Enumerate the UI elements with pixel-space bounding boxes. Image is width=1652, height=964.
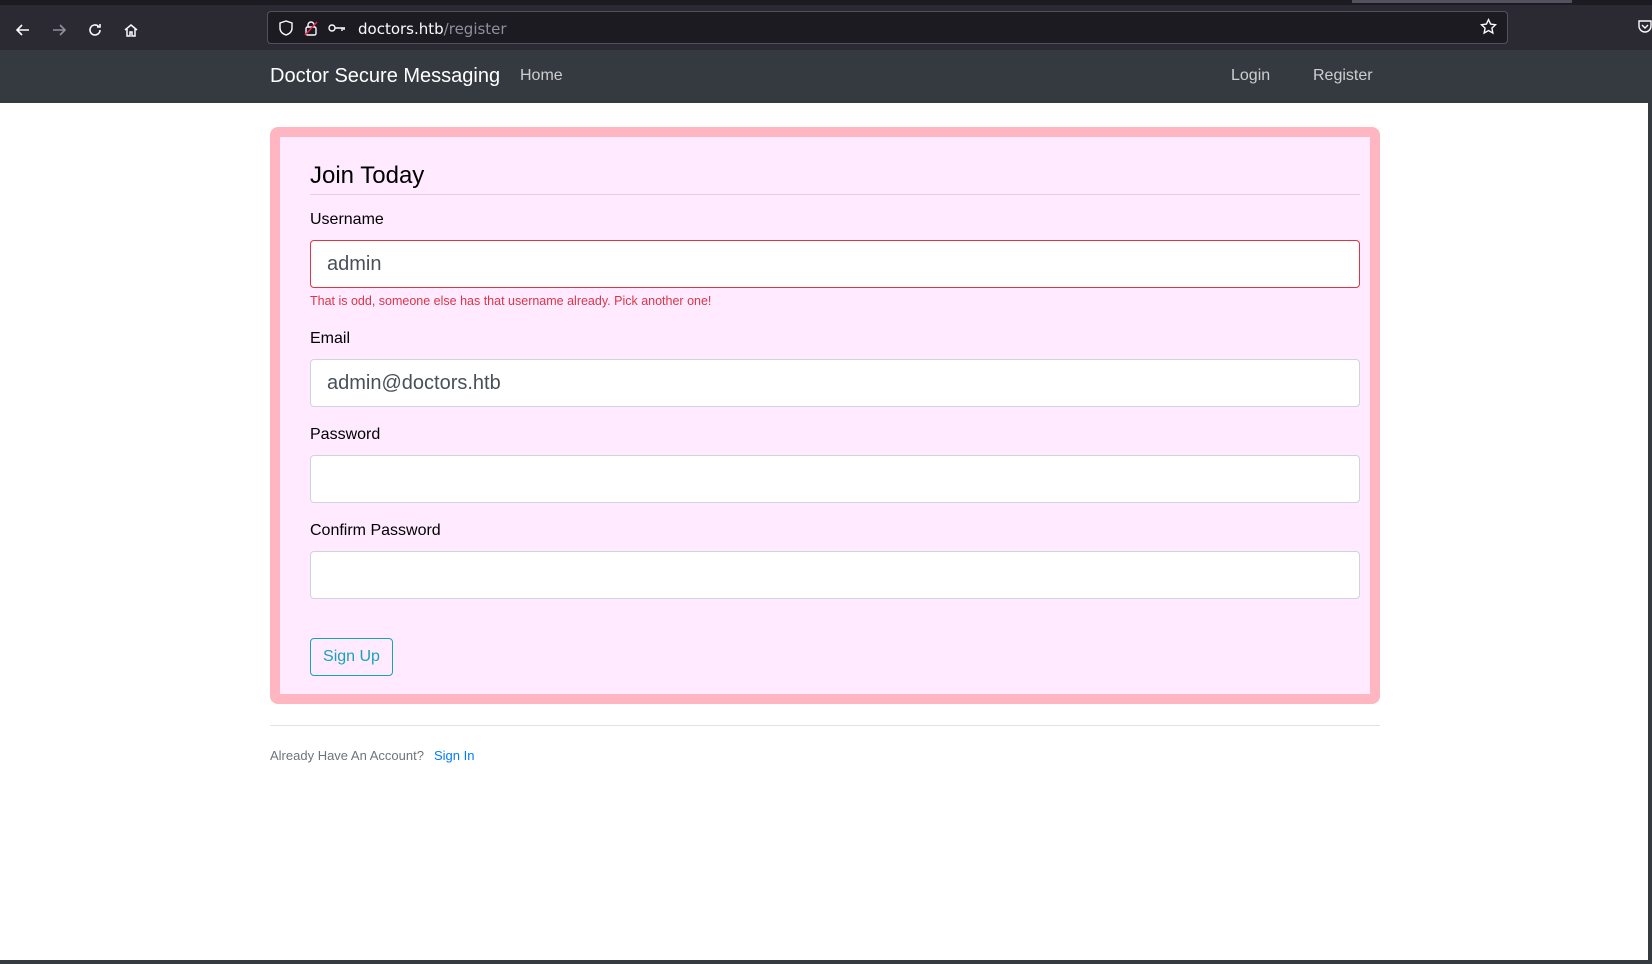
nav-home-link[interactable]: Home [520,67,563,85]
bottom-edge [0,960,1652,964]
username-field[interactable] [310,240,1360,288]
footer-divider [270,725,1380,726]
sign-in-link[interactable]: Sign In [434,748,474,763]
confirm-password-field[interactable] [310,551,1360,599]
username-error-message: That is odd, someone else has that usern… [310,294,712,308]
register-form-card: Join Today Username That is odd, someone… [270,127,1380,704]
url-text[interactable]: doctors.htb/register [358,20,507,38]
pocket-icon[interactable] [1638,19,1652,36]
nav-register-link[interactable]: Register [1313,67,1373,85]
site-navbar: Doctor Secure Messaging Home Login Regis… [0,50,1652,103]
reload-icon [89,24,101,36]
home-icon [124,24,138,37]
url-host: doctors.htb [358,20,444,38]
password-field[interactable] [310,455,1360,503]
brand-link[interactable]: Doctor Secure Messaging [270,65,500,88]
back-arrow-icon [15,24,29,36]
url-path: /register [443,20,507,38]
address-bar[interactable]: doctors.htb/register [267,11,1508,44]
browser-toolbar: doctors.htb/register [0,0,1652,50]
back-button[interactable] [11,18,35,42]
reload-button[interactable] [83,18,107,42]
home-button[interactable] [119,18,143,42]
legend-divider [310,194,1360,195]
email-label: Email [310,330,351,347]
username-label: Username [310,211,384,228]
account-prompt-text: Already Have An Account? [270,748,424,763]
sign-up-button[interactable]: Sign Up [310,638,393,676]
form-legend: Join Today [310,162,425,189]
email-field[interactable] [310,359,1360,407]
forward-arrow-icon [53,24,67,36]
nav-login-link[interactable]: Login [1231,67,1270,85]
tab-strip [1352,0,1572,3]
forward-button[interactable] [47,18,71,42]
insecure-lock-icon[interactable] [302,19,320,37]
password-label: Password [310,426,381,443]
confirm-password-label: Confirm Password [310,522,441,539]
register-form: Join Today Username That is odd, someone… [280,137,1370,694]
key-icon[interactable] [328,19,346,37]
bookmark-star-icon[interactable] [1479,17,1498,40]
page-edge [1648,50,1652,964]
shield-icon[interactable] [277,19,295,37]
